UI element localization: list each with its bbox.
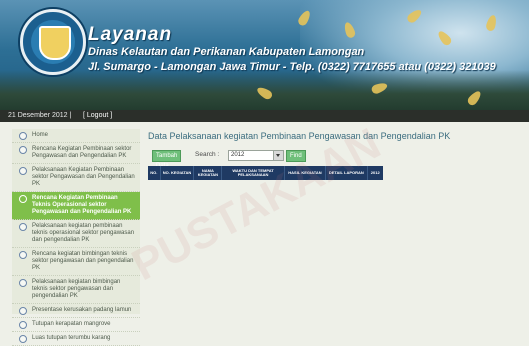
sidebar-item-terumbu-karang[interactable]: Luas tutupan terumbu karang: [12, 332, 140, 346]
sidebar-item-label: Rencana Kegiatan Pembinaan sektor Pengaw…: [32, 146, 132, 159]
bullet-icon: [19, 146, 27, 154]
sidebar-item-label: Luas tutupan terumbu karang: [32, 335, 111, 341]
sidebar-item-label: Rencana Kegiatan Pembinaan Teknis Operas…: [32, 195, 132, 215]
sidebar-item-home[interactable]: Home: [12, 129, 140, 143]
sidebar-item-pelaksanaan-pembinaan[interactable]: Pelaksanaan Kegiatan Pembinaan sektor Pe…: [12, 164, 140, 192]
sidebar-item-padang-lamun[interactable]: Presentase kerusakan padang lamun: [12, 304, 140, 318]
bullet-icon: [19, 195, 27, 203]
bullet-icon: [19, 223, 27, 231]
sidebar: Home Rencana Kegiatan Pembinaan sektor P…: [12, 129, 140, 346]
sidebar-item-label: Pelaksanaan Kegiatan Pembinaan sektor Pe…: [32, 167, 135, 187]
bullet-icon: [19, 335, 27, 343]
page-title: Data Pelaksanaan kegiatan Pembinaan Peng…: [148, 131, 451, 141]
site-subtitle: Dinas Kelautan dan Perikanan Kabupaten L…: [88, 46, 365, 58]
find-button[interactable]: Find: [286, 150, 306, 162]
column-header: HASIL KEGIATAN: [285, 166, 327, 180]
bullet-icon: [19, 321, 27, 329]
bullet-icon: [19, 251, 27, 259]
sidebar-item-label: Home: [32, 132, 49, 138]
header-banner: Layanan Dinas Kelautan dan Perikanan Kab…: [0, 0, 529, 110]
sidebar-item-rencana-bimbingan-teknis[interactable]: Rencana kegiatan bimbingan teknis sektor…: [12, 248, 140, 276]
sidebar-item-mangrove[interactable]: Tutupan kerapatan mangrove: [12, 318, 140, 332]
column-header: NO.: [148, 166, 161, 180]
bullet-icon: [19, 167, 27, 175]
sidebar-item-label: Rencana kegiatan bimbingan teknis sektor…: [32, 251, 134, 271]
sidebar-item-label: Pelaksanaan kegiatan pembinaan teknis op…: [32, 223, 135, 243]
current-date: 21 Desember 2012 |: [8, 112, 72, 119]
column-header: WAKTU DAN TEMPAT PELAKSANAAN: [222, 166, 285, 180]
add-data-button[interactable]: Tambah Data: [152, 150, 182, 169]
top-bar: 21 Desember 2012 | [ Logout ]: [0, 110, 529, 122]
site-address: Jl. Sumargo - Lamongan Jawa Timur - Telp…: [88, 61, 496, 73]
main-content: Data Pelaksanaan kegiatan Pembinaan Peng…: [148, 129, 529, 314]
sidebar-nav: Home Rencana Kegiatan Pembinaan sektor P…: [12, 129, 140, 346]
sidebar-item-label: Tutupan kerapatan mangrove: [32, 321, 111, 327]
site-title: Layanan: [88, 24, 173, 45]
bullet-icon: [19, 132, 27, 140]
sidebar-item-pelaksanaan-bimbingan-teknis[interactable]: Pelaksanaan kegiatan bimbingan teknis se…: [12, 276, 140, 304]
sidebar-item-pelaksanaan-teknis-operasional[interactable]: Pelaksanaan kegiatan pembinaan teknis op…: [12, 220, 140, 248]
chevron-down-icon[interactable]: [273, 151, 283, 160]
regency-logo: [20, 9, 86, 75]
logout-link[interactable]: [ Logout ]: [83, 110, 112, 122]
sidebar-item-label: Presentase kerusakan padang lamun: [32, 307, 132, 313]
column-header: NAMA KEGIATAN: [194, 166, 223, 180]
column-header: 2012: [370, 169, 380, 175]
search-label: Search :: [195, 151, 220, 158]
year-select[interactable]: 2012: [228, 150, 284, 161]
year-select-value: 2012: [231, 152, 245, 158]
table-header: NO. NO. KEGIATAN NAMA KEGIATAN WAKTU DAN…: [148, 166, 383, 180]
column-header: DETAIL LAPORAN: [326, 166, 368, 180]
sidebar-item-label: Pelaksanaan kegiatan bimbingan teknis se…: [32, 279, 121, 299]
bullet-icon: [19, 279, 27, 287]
sidebar-item-rencana-pembinaan[interactable]: Rencana Kegiatan Pembinaan sektor Pengaw…: [12, 143, 140, 164]
column-header: NO. KEGIATAN: [161, 166, 195, 180]
sidebar-item-rencana-teknis-operasional[interactable]: Rencana Kegiatan Pembinaan Teknis Operas…: [12, 192, 140, 220]
